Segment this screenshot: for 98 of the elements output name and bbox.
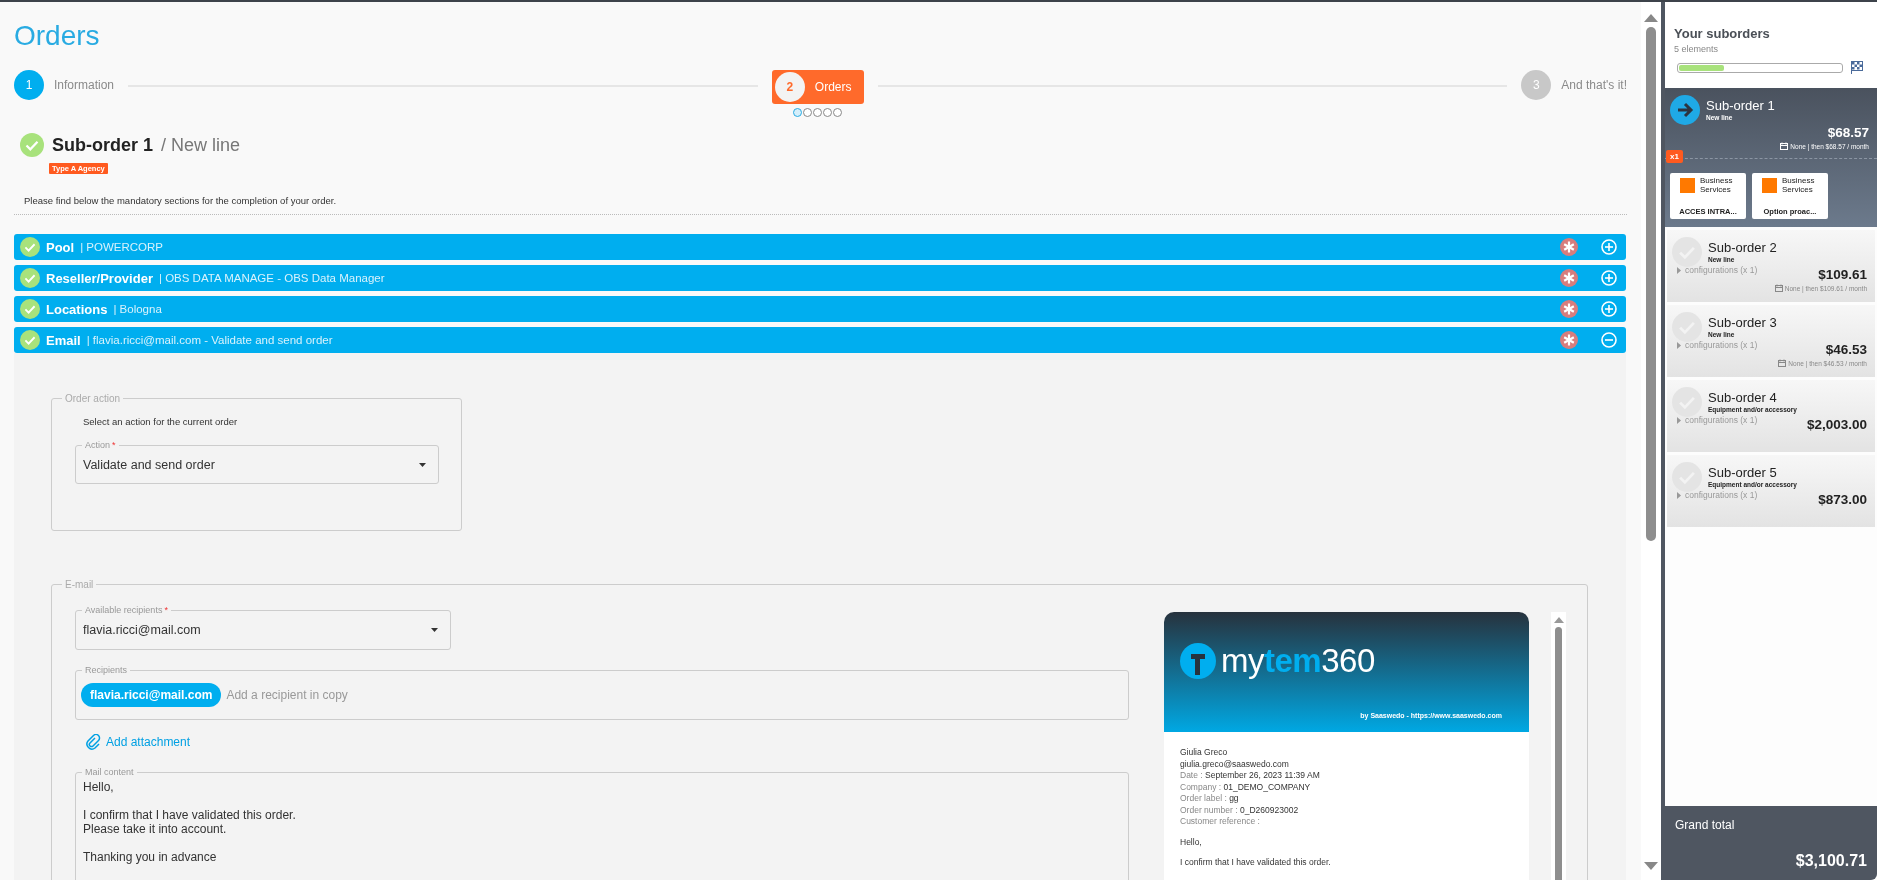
- caret-right-icon[interactable]: [1677, 266, 1681, 274]
- section-title: Pool: [46, 239, 75, 255]
- suborder-title: Sub-order 2: [1708, 240, 1777, 255]
- page-title: Orders: [14, 20, 100, 52]
- pager-dot[interactable]: [803, 108, 813, 117]
- caret-right-icon[interactable]: [1677, 416, 1681, 424]
- logo-wordmark: mytem360: [1221, 642, 1375, 680]
- asterisk-icon: [1560, 331, 1578, 349]
- body-line: I confirm that I have validated this order.: [1180, 857, 1332, 869]
- check-icon: [1672, 462, 1702, 492]
- calendar-icon: [1778, 359, 1787, 367]
- recipient-chip[interactable]: flavia.ricci@mail.com: [81, 683, 222, 707]
- scroll-up-icon[interactable]: [1553, 617, 1564, 623]
- section-title: Email: [46, 332, 81, 348]
- logo-icon: [1680, 178, 1695, 193]
- suborder-price: $68.57: [1827, 125, 1869, 140]
- suborder-title: Sub-order 5: [1708, 465, 1778, 480]
- section-value: | Bologna: [113, 303, 162, 315]
- current-step[interactable]: 2 Orders: [771, 70, 864, 104]
- collapse-icon[interactable]: [1600, 331, 1618, 349]
- section-value: | flavia.ricci@mail.com - Validate and send order: [86, 334, 333, 346]
- sender-line: giulia.greco@saaswedo.com: [1180, 758, 1290, 770]
- section-header[interactable]: Email | flavia.ricci@mail.com - Validate and send order: [14, 327, 1626, 353]
- section-value: | OBS DATA MANAGE - OBS Data Manager: [158, 272, 385, 284]
- section-header[interactable]: Reseller/Provider | OBS DATA MANAGE - OBS Data Manager: [14, 265, 1626, 291]
- expand-icon[interactable]: [1600, 269, 1618, 287]
- configurations-link[interactable]: configurations (x 1): [1685, 265, 1758, 275]
- logo-text: Business Services: [1782, 177, 1816, 194]
- logo-icon: [1762, 178, 1777, 193]
- email-field: Order number : 0_D260923002: [1180, 804, 1513, 816]
- paperclip-icon: [85, 734, 101, 750]
- suborder-title: Sub-order 4: [1708, 390, 1778, 405]
- expand-icon[interactable]: [1600, 300, 1618, 318]
- grand-total-label: Grand total: [1675, 818, 1736, 832]
- step-number: 2: [774, 72, 805, 102]
- suborder-title: Sub-order 1: [1706, 98, 1775, 113]
- pager-dot[interactable]: [813, 108, 823, 117]
- section-title: Reseller/Provider: [46, 270, 153, 286]
- field-label: Mail content: [85, 767, 134, 778]
- grand-total-value: $3,100.71: [1795, 852, 1867, 870]
- pager-dot[interactable]: [793, 108, 803, 117]
- logo-text: Business Services: [1700, 177, 1734, 194]
- step-label: Orders: [814, 80, 852, 94]
- caret-icon: [431, 628, 438, 632]
- step-number[interactable]: 1: [14, 70, 44, 100]
- group-title: E-mail: [64, 579, 95, 590]
- logo-icon: [1180, 643, 1216, 679]
- element-count: 5 elements: [1674, 44, 1720, 54]
- configurations-link[interactable]: configurations (x 1): [1685, 340, 1758, 350]
- configurations-link[interactable]: configurations (x 1): [1685, 490, 1758, 500]
- section-value: | POWERCORP: [80, 241, 164, 253]
- check-icon: [1672, 237, 1702, 267]
- caret-icon: [419, 462, 426, 467]
- caret-right-icon[interactable]: [1677, 341, 1681, 349]
- arrow-right-icon: [1670, 95, 1700, 125]
- panel-title: Your suborders: [1674, 26, 1771, 41]
- asterisk-icon: [1560, 238, 1578, 256]
- check-icon: [1672, 387, 1702, 417]
- section-header[interactable]: Pool | POWERCORP: [14, 234, 1626, 260]
- step-label: And that's it!: [1561, 78, 1627, 92]
- scroll-down-icon[interactable]: [1644, 862, 1658, 870]
- body-line: Hello,: [1180, 836, 1203, 848]
- instructions-text: Please find below the mandatory sections for the completion of your order.: [24, 195, 338, 206]
- sender-line: Giulia Greco: [1180, 747, 1229, 759]
- placeholder-text: Add a recipient in copy: [226, 688, 348, 702]
- scrollbar-thumb[interactable]: [1646, 27, 1656, 541]
- checkered-flag-icon: [1851, 61, 1863, 74]
- asterisk-icon: [1560, 269, 1578, 287]
- calendar-icon: [1780, 142, 1789, 150]
- email-field: Company : 01_DEMO_COMPANY: [1180, 781, 1513, 793]
- pager-dot[interactable]: [823, 108, 833, 117]
- calendar-icon: [1774, 284, 1783, 292]
- asterisk-icon: [1560, 300, 1578, 318]
- suborder-title: Sub-order 1: [52, 134, 153, 156]
- email-field: Customer reference :: [1180, 816, 1513, 828]
- suborder-price: $2,003.00: [1806, 417, 1867, 432]
- configurations-link[interactable]: configurations (x 1): [1685, 415, 1758, 425]
- prompt-text: Select an action for the current order: [83, 416, 239, 427]
- expand-icon[interactable]: [1600, 238, 1618, 256]
- quantity-badge: x1: [1666, 150, 1683, 163]
- scrollbar-thumb[interactable]: [1555, 627, 1562, 880]
- check-icon: [1672, 312, 1702, 342]
- suborder-price: $109.61: [1818, 267, 1867, 282]
- scroll-up-icon[interactable]: [1644, 14, 1658, 22]
- email-field: Date : September 26, 2023 11:39 AM: [1180, 770, 1513, 782]
- email-field: Order label : gg: [1180, 793, 1513, 805]
- caret-right-icon[interactable]: [1677, 491, 1681, 499]
- suborder-price: $873.00: [1818, 492, 1867, 507]
- suborder-price: $46.53: [1825, 342, 1867, 357]
- suborder-title: Sub-order 3: [1708, 315, 1777, 330]
- section-header[interactable]: Locations | Bologna: [14, 296, 1626, 322]
- section-title: Locations: [46, 301, 108, 317]
- field-label: Recipients: [85, 665, 128, 676]
- suborder-subtitle: / New line: [161, 134, 241, 156]
- group-title: Order action: [64, 393, 122, 404]
- step-label: Information: [54, 78, 115, 92]
- add-attachment-link[interactable]: Add attachment: [85, 734, 191, 750]
- pager-dot[interactable]: [833, 108, 843, 117]
